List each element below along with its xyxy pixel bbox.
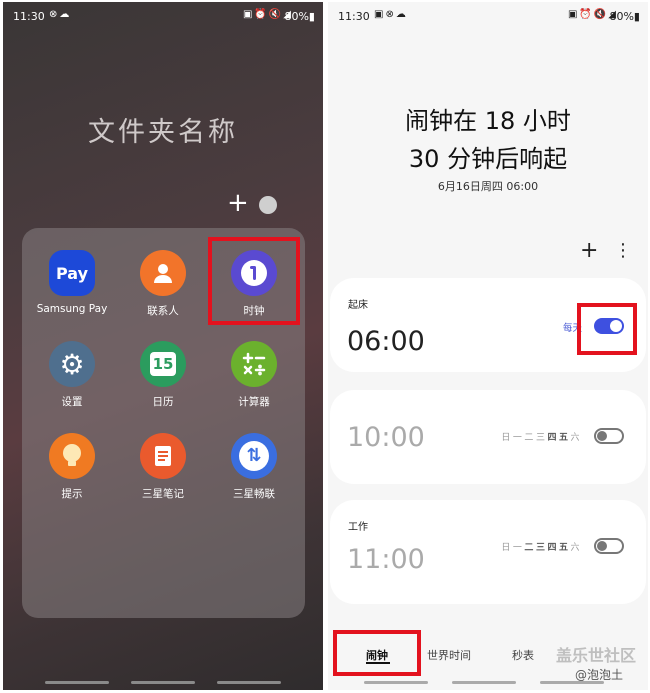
day-label: 一 [512,433,525,443]
nav-bar [217,681,281,684]
day-label: 五 [558,543,571,553]
alarm-toggle[interactable] [594,428,624,444]
next-alarm-date: 6月16日周四 06:00 [437,180,539,193]
status-bar: 11:30 ⊗☁ ▣⏰🔇◢ 80%▮ [3,8,323,26]
home-screen-folder-panel: 11:30 ⊗☁ ▣⏰🔇◢ 80%▮ 文件夹名称 + Pay Samsung P… [3,2,323,690]
day-label: 三 [535,433,548,443]
alarm-card[interactable]: 10:00 日一二三四五六 [330,390,646,484]
samsung-pay-icon: Pay [49,250,95,296]
contacts-icon [140,250,186,296]
day-label: 六 [570,433,582,443]
app-smart-switch[interactable]: ⇅ 三星畅联 [209,433,299,501]
day-label: 一 [512,543,525,553]
status-bar: 11:30 ▣⊗☁ ▣⏰🔇◢ 80%▮ [328,8,648,26]
tab-stopwatch[interactable]: 秒表 [512,647,534,663]
day-label: 日 [501,543,513,553]
day-label: 三 [535,543,548,553]
highlight-box-alarm-tab [333,630,421,676]
battery-indicator: 80%▮ [609,10,640,23]
alarm-days: 日一二三四五六 [501,430,582,443]
day-label: 六 [570,543,582,553]
app-contacts[interactable]: 联系人 [118,250,208,318]
app-tips[interactable]: 提示 [27,433,117,501]
app-label: 联系人 [147,305,179,317]
app-label: 三星笔记 [142,488,184,500]
alarm-time: 10:00 [347,422,425,453]
alarm-toggle[interactable] [594,538,624,554]
app-label: 三星畅联 [233,488,275,500]
app-calendar[interactable]: 15 日历 [118,341,208,409]
folder-name-field[interactable]: 文件夹名称 [3,110,323,149]
toggle-knob [597,431,607,441]
alarm-time: 06:00 [347,326,425,357]
calculator-icon [231,341,277,387]
status-time: 11:30 [338,10,370,23]
day-label: 二 [524,543,536,553]
toggle-knob [597,541,607,551]
alarm-time: 11:00 [347,544,425,575]
nav-bar [364,681,428,684]
headline-line-2: 30 分钟后响起 [408,145,568,173]
day-label: 日 [501,433,513,443]
folder-color-button[interactable] [259,196,277,214]
watermark: 盖乐世社区 [556,646,637,665]
nav-bar [45,681,109,684]
alarm-days: 日一二三四五六 [501,540,582,553]
app-label: 计算器 [238,396,270,408]
status-notification-icons: ⊗☁ [49,9,72,20]
status-time: 11:30 [13,10,45,23]
headline-line-1: 闹钟在 18 小时 [405,107,571,135]
tab-world-clock[interactable]: 世界时间 [427,647,471,663]
notes-icon [140,433,186,479]
day-label: 四 [547,543,559,553]
alarm-name: 工作 [348,522,368,533]
nav-bar [540,681,604,684]
alarm-name: 起床 [348,300,368,311]
day-label: 二 [524,433,536,443]
app-calculator[interactable]: 计算器 [209,341,299,409]
app-settings[interactable]: ⚙ 设置 [27,341,117,409]
tips-icon [49,433,95,479]
day-label: 四 [547,433,559,443]
app-label: 日历 [152,396,174,408]
nav-bar [452,681,516,684]
status-notification-icons: ▣⊗☁ [374,9,408,20]
nav-bar [131,681,195,684]
smart-switch-icon: ⇅ [231,433,277,479]
battery-indicator: 80%▮ [284,10,315,23]
app-label: Samsung Pay [36,303,108,315]
add-apps-button[interactable]: + [227,190,249,216]
next-alarm-headline: 闹钟在 18 小时 30 分钟后响起 [328,102,648,178]
more-options-button[interactable]: ⋮ [614,242,632,260]
day-label: 五 [558,433,571,443]
calendar-icon: 15 [140,341,186,387]
add-alarm-button[interactable]: + [580,240,598,262]
highlight-box-toggle [577,303,637,355]
alarm-card[interactable]: 工作 11:00 日一二三四五六 [330,500,646,604]
gear-icon: ⚙ [49,341,95,387]
app-samsung-notes[interactable]: 三星笔记 [118,433,208,501]
app-samsung-pay[interactable]: Pay Samsung Pay [27,250,117,315]
app-label: 提示 [61,488,83,500]
app-label: 设置 [61,396,83,408]
highlight-box-clock [208,237,300,325]
